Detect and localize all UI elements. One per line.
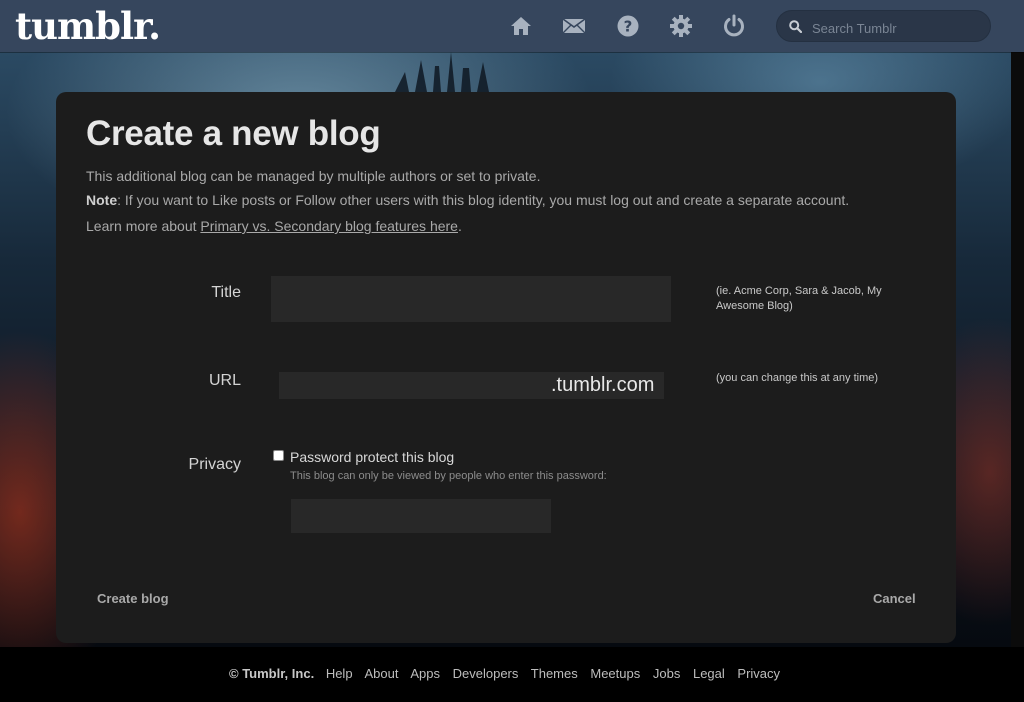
help-icon[interactable]: ? (616, 14, 640, 38)
mail-icon[interactable] (562, 14, 586, 38)
footer-link-apps[interactable]: Apps (410, 666, 440, 681)
gear-icon[interactable] (669, 14, 693, 38)
svg-text:?: ? (624, 18, 633, 36)
footer-links: © Tumblr, Inc. Help About Apps Developer… (229, 666, 789, 681)
search-icon (789, 20, 802, 33)
url-suffix: .tumblr.com (551, 374, 655, 396)
learn-more-prefix: Learn more about (86, 218, 201, 234)
password-protect-label[interactable]: Password protect this blog (290, 449, 454, 465)
footer-link-themes[interactable]: Themes (531, 666, 578, 681)
footer-link-developers[interactable]: Developers (453, 666, 519, 681)
password-input[interactable] (291, 499, 551, 533)
search-box[interactable] (776, 10, 991, 42)
top-navigation-bar: tumblr. ? (0, 0, 1024, 52)
privacy-label: Privacy (188, 456, 241, 473)
create-blog-button[interactable]: Create blog (97, 591, 169, 606)
password-protect-checkbox[interactable] (273, 450, 284, 461)
url-hint: (you can change this at any time) (716, 372, 879, 384)
learn-more-suffix: . (457, 218, 462, 234)
footer-link-help[interactable]: Help (326, 666, 353, 681)
scrollbar[interactable] (1011, 52, 1024, 647)
title-label: Title (211, 284, 241, 301)
power-icon[interactable] (722, 14, 746, 38)
password-hint: This blog can only be viewed by people w… (290, 470, 607, 482)
note-label: Note (86, 192, 118, 208)
dialog-title: Create a new blog (86, 114, 381, 153)
footer-link-privacy[interactable]: Privacy (737, 666, 780, 681)
create-blog-dialog: Create a new blog This additional blog c… (56, 92, 956, 643)
footer: © Tumblr, Inc. Help About Apps Developer… (0, 647, 1024, 702)
footer-link-about[interactable]: About (364, 666, 398, 681)
learn-more-line: Learn more about Primary vs. Secondary b… (86, 218, 462, 234)
note-line: Note: If you want to Like posts or Follo… (86, 192, 849, 208)
primary-vs-secondary-link[interactable]: Primary vs. Secondary blog features here (200, 218, 458, 234)
description-line: This additional blog can be managed by m… (86, 168, 541, 184)
cancel-button[interactable]: Cancel (873, 591, 916, 606)
footer-link-jobs[interactable]: Jobs (653, 666, 680, 681)
home-icon[interactable] (509, 14, 533, 38)
search-input[interactable] (810, 17, 984, 39)
castle-silhouette (395, 52, 489, 92)
title-input[interactable] (271, 276, 671, 322)
copyright: © Tumblr, Inc. (229, 666, 315, 681)
title-hint: (ie. Acme Corp, Sara & Jacob, My Awesome… (716, 285, 882, 312)
note-text: : If you want to Like posts or Follow ot… (117, 192, 850, 208)
url-input[interactable] (279, 372, 554, 399)
footer-link-meetups[interactable]: Meetups (590, 666, 640, 681)
footer-link-legal[interactable]: Legal (693, 666, 725, 681)
url-label: URL (208, 372, 241, 389)
tumblr-logo[interactable]: tumblr. (15, 4, 161, 48)
